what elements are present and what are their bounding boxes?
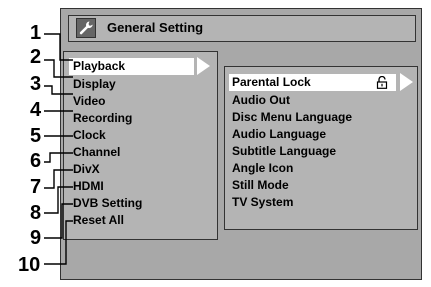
callout-leader-lines bbox=[44, 33, 73, 265]
